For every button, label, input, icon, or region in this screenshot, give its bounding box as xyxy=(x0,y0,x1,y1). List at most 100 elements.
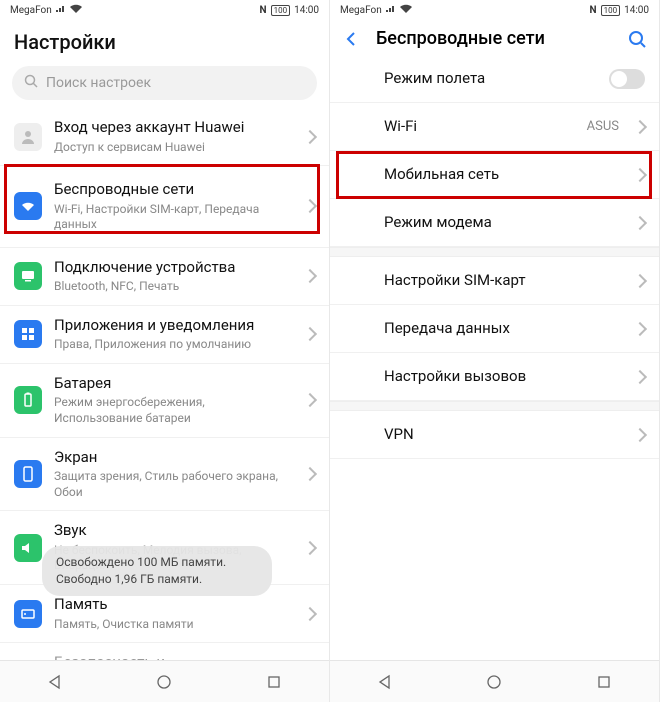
row-title: Вход через аккаунт Huawei xyxy=(54,118,293,138)
row-title: Настройки вызовов xyxy=(384,367,623,387)
page-title: Настройки xyxy=(14,30,315,54)
row-title: VPN xyxy=(384,425,623,445)
toast-line2: Свободно 1,96 ГБ памяти. xyxy=(56,571,258,588)
toast-line1: Освобождено 100 МБ памяти. xyxy=(56,554,258,571)
row-subtitle: Доступ к сервисам Huawei xyxy=(54,140,293,156)
clock: 14:00 xyxy=(294,5,319,16)
apps-icon xyxy=(14,320,42,348)
chevron-right-icon xyxy=(303,129,317,143)
wifi-icon xyxy=(400,4,412,16)
row-apps-notifications[interactable]: Приложения и уведомления Права, Приложен… xyxy=(0,306,329,364)
page-title: Беспроводные сети xyxy=(376,28,613,49)
device-icon xyxy=(14,262,42,290)
row-device-connection[interactable]: Подключение устройства Bluetooth, NFC, П… xyxy=(0,248,329,306)
battery-icon: 100 xyxy=(601,5,621,16)
back-button[interactable] xyxy=(342,29,362,49)
row-vpn[interactable]: VPN xyxy=(330,411,659,459)
row-subtitle: Память, Очистка памяти xyxy=(54,617,293,633)
chevron-right-icon xyxy=(633,167,647,181)
chevron-right-icon xyxy=(303,607,317,621)
row-title: Экран xyxy=(54,448,293,468)
row-title: Беспроводные сети xyxy=(54,180,293,200)
nfc-icon: N xyxy=(260,5,267,16)
status-bar: MegaFon N 100 14:00 xyxy=(330,0,659,20)
chevron-right-icon xyxy=(303,269,317,283)
nav-recent-icon[interactable] xyxy=(596,674,612,690)
row-title: Режим полета xyxy=(384,69,597,89)
storage-icon xyxy=(14,600,42,628)
row-title: Память xyxy=(54,595,293,615)
row-title: Приложения и уведомления xyxy=(54,316,293,336)
wifi-icon xyxy=(14,192,42,220)
row-title: Wi-Fi xyxy=(384,117,575,137)
chevron-right-icon xyxy=(303,327,317,341)
clock: 14:00 xyxy=(624,5,649,16)
chevron-right-icon xyxy=(633,427,647,441)
row-title: Настройки SIM-карт xyxy=(384,271,623,291)
row-wifi[interactable]: Wi-Fi ASUS xyxy=(330,103,659,151)
row-call-settings[interactable]: Настройки вызовов xyxy=(330,353,659,401)
chevron-right-icon xyxy=(303,393,317,407)
search-placeholder: Поиск настроек xyxy=(46,75,151,91)
battery-icon: 100 xyxy=(271,5,291,16)
row-title: Мобильная сеть xyxy=(384,165,623,185)
row-subtitle: Bluetooth, NFC, Печать xyxy=(54,279,293,295)
airplane-toggle[interactable] xyxy=(609,69,645,89)
chevron-right-icon xyxy=(303,199,317,213)
carrier-label: MegaFon xyxy=(10,5,52,16)
row-subtitle: Права, Приложения по умолчанию xyxy=(54,337,293,353)
account-icon xyxy=(14,123,42,151)
wifi-icon xyxy=(70,4,82,16)
phone-right-wireless: MegaFon N 100 14:00 Беспроводные сети Ре… xyxy=(330,0,660,702)
section-divider xyxy=(330,401,659,411)
nav-recent-icon[interactable] xyxy=(266,674,282,690)
chevron-right-icon xyxy=(633,273,647,287)
search-input[interactable]: Поиск настроек xyxy=(12,66,317,100)
chevron-right-icon xyxy=(633,215,647,229)
battery-icon xyxy=(14,386,42,414)
wireless-list[interactable]: Режим полета Wi-Fi ASUS Мобильная сеть Р… xyxy=(330,55,659,660)
chevron-right-icon xyxy=(633,321,647,335)
nav-bar xyxy=(330,660,659,702)
chevron-right-icon xyxy=(633,119,647,133)
row-security[interactable]: Безопасность и конфиденциальность Разбло… xyxy=(0,643,329,660)
row-battery[interactable]: Батарея Режим энергосбережения, Использо… xyxy=(0,364,329,438)
row-huawei-account[interactable]: Вход через аккаунт Huawei Доступ к серви… xyxy=(0,108,329,166)
page-header: Настройки xyxy=(0,20,329,60)
status-bar: MegaFon N 100 14:00 xyxy=(0,0,329,20)
nav-back-icon[interactable] xyxy=(377,674,393,690)
row-title: Режим модема xyxy=(384,213,623,233)
row-display[interactable]: Экран Защита зрения, Стиль рабочего экра… xyxy=(0,438,329,512)
phone-left-settings: MegaFon N 100 14:00 Настройки Поиск наст… xyxy=(0,0,330,702)
row-airplane-mode[interactable]: Режим полета xyxy=(330,55,659,103)
row-tethering[interactable]: Режим модема xyxy=(330,199,659,247)
row-data-usage[interactable]: Передача данных xyxy=(330,305,659,353)
toast-storage-freed: Освобождено 100 МБ памяти. Свободно 1,96… xyxy=(42,546,272,596)
search-icon xyxy=(24,74,38,92)
row-sim-settings[interactable]: Настройки SIM-карт xyxy=(330,257,659,305)
signal-icon xyxy=(56,5,66,16)
nav-home-icon[interactable] xyxy=(486,674,502,690)
row-title: Безопасность и конфиденциальность xyxy=(54,653,293,660)
sound-icon xyxy=(14,534,42,562)
section-divider xyxy=(330,247,659,257)
chevron-right-icon xyxy=(303,467,317,481)
carrier-label: MegaFon xyxy=(340,5,382,16)
row-mobile-network[interactable]: Мобильная сеть xyxy=(330,151,659,199)
row-title: Подключение устройства xyxy=(54,258,293,278)
row-title: Передача данных xyxy=(384,319,623,339)
nav-home-icon[interactable] xyxy=(156,674,172,690)
chevron-right-icon xyxy=(633,369,647,383)
nfc-icon: N xyxy=(590,5,597,16)
nav-back-icon[interactable] xyxy=(47,674,63,690)
page-header: Беспроводные сети xyxy=(330,20,659,55)
row-wireless-networks[interactable]: Беспроводные сети Wi-Fi, Настройки SIM-к… xyxy=(0,166,329,248)
nav-bar xyxy=(0,660,329,702)
search-button[interactable] xyxy=(627,29,647,49)
row-subtitle: Wi-Fi, Настройки SIM-карт, Передача данн… xyxy=(54,202,293,233)
settings-list[interactable]: Вход через аккаунт Huawei Доступ к серви… xyxy=(0,108,329,660)
signal-icon xyxy=(386,5,396,16)
row-title: Звук xyxy=(54,521,293,541)
row-subtitle: Режим энергосбережения, Использование ба… xyxy=(54,395,293,426)
display-icon xyxy=(14,460,42,488)
